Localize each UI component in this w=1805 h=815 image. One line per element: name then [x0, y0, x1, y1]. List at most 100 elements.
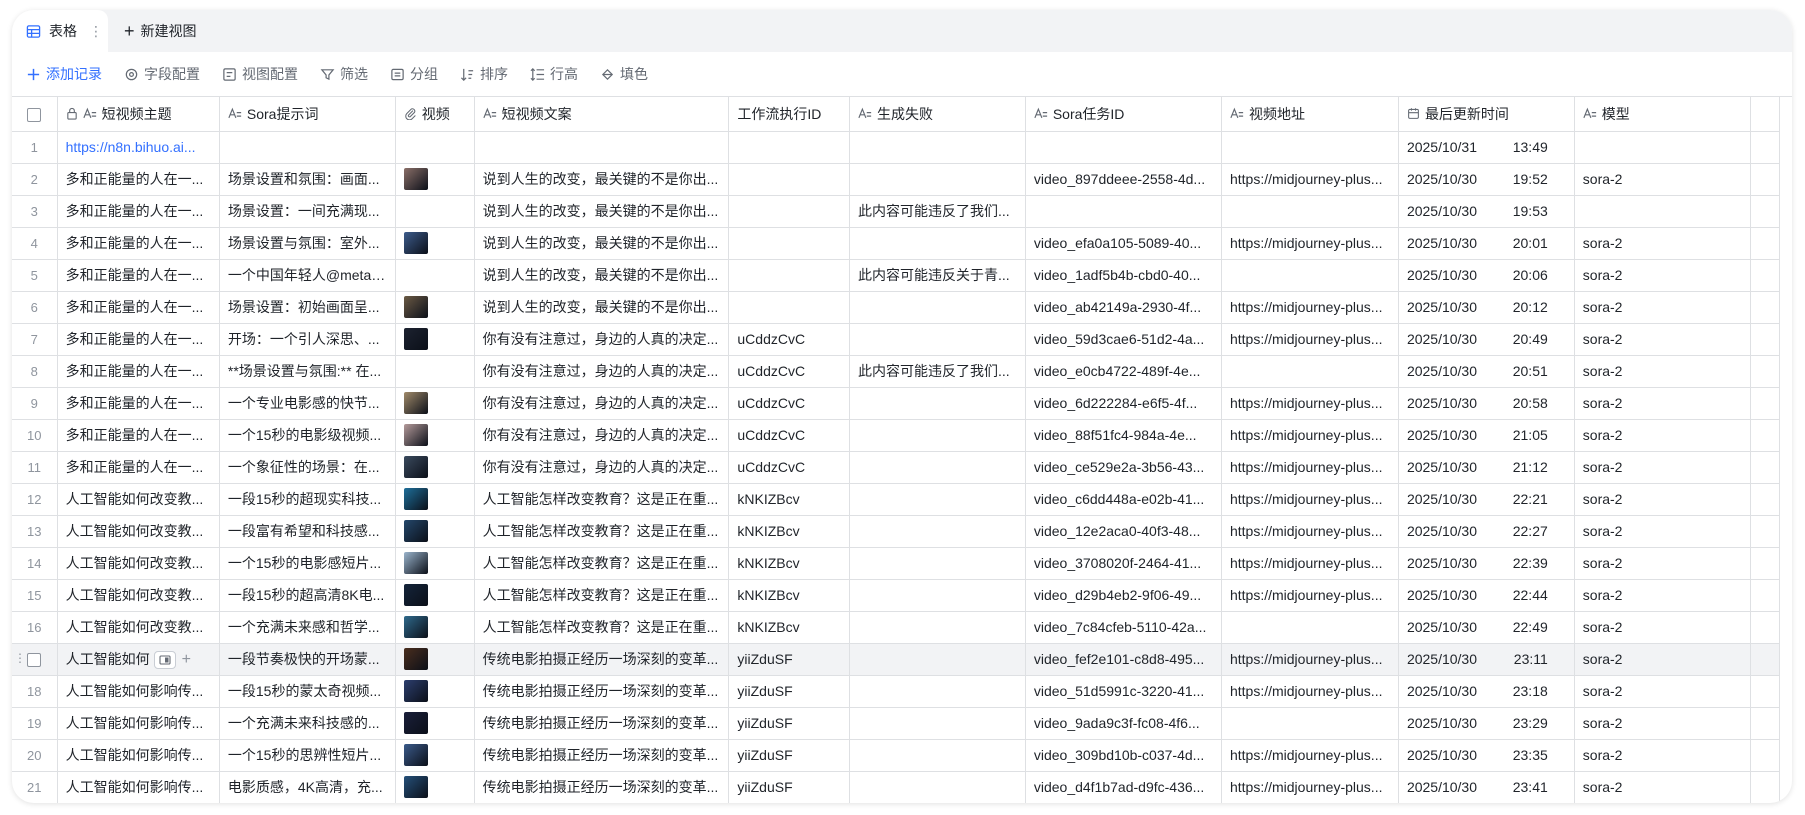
cell-topic[interactable]: 多和正能量的人在一...	[57, 291, 220, 324]
cell-topic[interactable]: 人工智能如何影响传...	[57, 771, 220, 803]
cell-topic[interactable]: https://n8n.bihuo.ai...	[57, 131, 220, 164]
column-header-exec-id[interactable]: 工作流执行ID	[728, 97, 850, 132]
cell-video[interactable]	[395, 355, 475, 388]
cell-prompt[interactable]: 场景设置和氛围：画面...	[219, 163, 396, 196]
cell-prompt[interactable]: 一个专业电影感的快节...	[219, 387, 396, 420]
table-row[interactable]: 4 多和正能量的人在一... 场景设置与氛围：室外... 说到人生的改变，最关键的不是…	[12, 227, 1781, 260]
video-thumbnail[interactable]	[403, 392, 428, 414]
cell-prompt[interactable]: 场景设置与氛围：室外...	[219, 227, 396, 260]
cell-video-url[interactable]: https://midjourney-plus...	[1221, 227, 1399, 260]
video-thumbnail[interactable]	[403, 712, 428, 734]
cell-task-id[interactable]: video_e0cb4722-489f-4e...	[1025, 355, 1222, 388]
cell-failure[interactable]	[849, 419, 1026, 452]
cell-prompt[interactable]: 一个充满未来科技感的...	[219, 707, 396, 740]
row-number[interactable]: 5	[12, 259, 58, 292]
cell-copy[interactable]: 说到人生的改变，最关键的不是你出...	[474, 195, 730, 228]
cell-exec-id[interactable]: kNKIZBcv	[728, 547, 850, 580]
select-all-checkbox[interactable]	[27, 107, 42, 122]
cell-failure[interactable]: 此内容可能违反了我们...	[849, 355, 1026, 388]
cell-model[interactable]: sora-2	[1574, 579, 1751, 612]
cell-exec-id[interactable]	[728, 259, 850, 292]
cell-exec-id[interactable]: uCddzCvC	[728, 323, 850, 356]
cell-model[interactable]: sora-2	[1574, 419, 1751, 452]
expand-record-button[interactable]: +	[153, 651, 191, 670]
cell-failure[interactable]	[849, 771, 1026, 803]
row-number[interactable]: 1	[12, 131, 58, 164]
cell-updated[interactable]: 2025/10/30 21:05	[1398, 419, 1575, 452]
column-header-topic[interactable]: 短视频主题	[57, 97, 220, 132]
cell-video[interactable]	[395, 227, 475, 260]
cell-video-url[interactable]	[1221, 195, 1399, 228]
cell-video[interactable]	[395, 419, 475, 452]
cell-video-url[interactable]: https://midjourney-plus...	[1221, 771, 1399, 803]
filter-button[interactable]: 筛选	[320, 64, 368, 84]
cell-model[interactable]: sora-2	[1574, 707, 1751, 740]
cell-video-url[interactable]	[1221, 131, 1399, 164]
cell-model[interactable]: sora-2	[1574, 483, 1751, 516]
cell-model[interactable]: sora-2	[1574, 291, 1751, 324]
field-config-button[interactable]: 字段配置	[124, 64, 200, 84]
row-number[interactable]: 2	[12, 163, 58, 196]
row-checkbox[interactable]	[27, 652, 42, 667]
table-row[interactable]: 8 多和正能量的人在一... **场景设置与氛围:** 在... 你有没有注意过，身边…	[12, 355, 1781, 388]
column-header-updated[interactable]: 最后更新时间	[1398, 97, 1575, 132]
cell-exec-id[interactable]: uCddzCvC	[728, 419, 850, 452]
row-number[interactable]: 19	[12, 707, 58, 740]
cell-video[interactable]	[395, 259, 475, 292]
cell-task-id[interactable]: video_d4f1b7ad-d9fc-436...	[1025, 771, 1222, 803]
cell-topic[interactable]: 人工智能如何影响传...	[57, 739, 220, 772]
cell-model[interactable]: sora-2	[1574, 643, 1751, 676]
cell-topic[interactable]: 多和正能量的人在一...	[57, 163, 220, 196]
cell-prompt[interactable]: 一段15秒的蒙太奇视频...	[219, 675, 396, 708]
table-row[interactable]: 7 多和正能量的人在一... 开场：一个引人深思、... 你有没有注意过，身边的人真的…	[12, 323, 1781, 356]
cell-failure[interactable]	[849, 227, 1026, 260]
cell-prompt[interactable]: 场景设置：初始画面呈...	[219, 291, 396, 324]
cell-updated[interactable]: 2025/10/30 20:06	[1398, 259, 1575, 292]
column-header-video-url[interactable]: 视频地址	[1221, 97, 1399, 132]
row-number[interactable]: 6	[12, 291, 58, 324]
cell-model[interactable]: sora-2	[1574, 323, 1751, 356]
cell-topic[interactable]: 多和正能量的人在一...	[57, 355, 220, 388]
sort-button[interactable]: 排序	[460, 64, 508, 84]
cell-model[interactable]: sora-2	[1574, 739, 1751, 772]
column-header-copy[interactable]: 短视频文案	[474, 97, 730, 132]
cell-updated[interactable]: 2025/10/30 22:27	[1398, 515, 1575, 548]
cell-video[interactable]	[395, 707, 475, 740]
cell-copy[interactable]: 你有没有注意过，身边的人真的决定...	[474, 451, 730, 484]
cell-copy[interactable]: 你有没有注意过，身边的人真的决定...	[474, 387, 730, 420]
tab-table-view[interactable]: 表格 ⋮	[12, 10, 108, 52]
cell-video-url[interactable]: https://midjourney-plus...	[1221, 675, 1399, 708]
cell-failure[interactable]	[849, 515, 1026, 548]
cell-video[interactable]	[395, 675, 475, 708]
cell-exec-id[interactable]	[728, 291, 850, 324]
cell-video-url[interactable]: https://midjourney-plus...	[1221, 163, 1399, 196]
cell-exec-id[interactable]	[728, 195, 850, 228]
cell-copy[interactable]: 说到人生的改变，最关键的不是你出...	[474, 163, 730, 196]
cell-video-url[interactable]: https://midjourney-plus...	[1221, 451, 1399, 484]
table-row[interactable]: 1 https://n8n.bihuo.ai... 2025/10/31 13:49	[12, 131, 1781, 164]
cell-copy[interactable]: 你有没有注意过，身边的人真的决定...	[474, 355, 730, 388]
cell-model[interactable]: sora-2	[1574, 611, 1751, 644]
cell-prompt[interactable]: 一个15秒的电影级视频...	[219, 419, 396, 452]
cell-model[interactable]: sora-2	[1574, 163, 1751, 196]
cell-copy[interactable]: 人工智能怎样改变教育？这是正在重...	[474, 515, 730, 548]
table-row[interactable]: 6 多和正能量的人在一... 场景设置：初始画面呈... 说到人生的改变，最关键的不是…	[12, 291, 1781, 324]
cell-updated[interactable]: 2025/10/30 21:12	[1398, 451, 1575, 484]
cell-prompt[interactable]: **场景设置与氛围:** 在...	[219, 355, 396, 388]
cell-failure[interactable]: 此内容可能违反了我们...	[849, 195, 1026, 228]
cell-copy[interactable]: 说到人生的改变，最关键的不是你出...	[474, 259, 730, 292]
cell-task-id[interactable]: video_6d222284-e6f5-4f...	[1025, 387, 1222, 420]
cell-exec-id[interactable]: uCddzCvC	[728, 387, 850, 420]
cell-exec-id[interactable]: kNKIZBcv	[728, 579, 850, 612]
cell-model[interactable]: sora-2	[1574, 771, 1751, 803]
cell-topic[interactable]: 人工智能如何改变教...	[57, 579, 220, 612]
table-row[interactable]: 19 人工智能如何影响传... 一个充满未来科技感的... 传统电影拍摄正经历一场深刻…	[12, 707, 1781, 740]
cell-video-url[interactable]: https://midjourney-plus...	[1221, 579, 1399, 612]
cell-video-url[interactable]	[1221, 611, 1399, 644]
cell-copy[interactable]: 你有没有注意过，身边的人真的决定...	[474, 323, 730, 356]
cell-prompt[interactable]: 开场：一个引人深思、...	[219, 323, 396, 356]
cell-failure[interactable]	[849, 387, 1026, 420]
cell-failure[interactable]	[849, 643, 1026, 676]
row-number[interactable]: 4	[12, 227, 58, 260]
row-number[interactable]: 11	[12, 451, 58, 484]
